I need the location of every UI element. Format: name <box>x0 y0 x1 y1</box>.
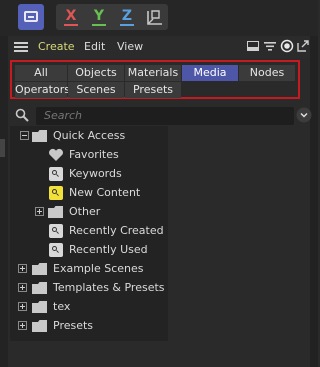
tree-item-label: New Content <box>69 186 141 199</box>
expand-toggle[interactable] <box>18 302 27 311</box>
tree-item-tex[interactable]: tex <box>10 298 168 317</box>
expand-toggle[interactable] <box>18 264 27 273</box>
folder-icon <box>32 282 47 294</box>
folder-icon <box>32 263 47 275</box>
undock-icon[interactable] <box>296 39 310 53</box>
tree-item-recently-used[interactable]: Recently Used <box>10 241 168 260</box>
filter-icon[interactable] <box>263 39 277 53</box>
x-axis-toggle[interactable]: X <box>58 4 84 30</box>
tab-all[interactable]: All <box>15 65 67 81</box>
hamburger-icon[interactable] <box>14 41 28 53</box>
tree-item-label: Keywords <box>69 167 122 180</box>
tree-item-label: Recently Created <box>69 224 164 237</box>
z-axis-toggle[interactable]: Z <box>114 4 140 30</box>
chevron-down-icon[interactable] <box>296 107 312 123</box>
record-icon[interactable] <box>280 39 294 53</box>
tree-item-new-content[interactable]: New Content <box>10 184 168 203</box>
asset-category-tabs: All Objects Materials Media Nodes Operat… <box>10 60 300 99</box>
left-edge-strip <box>0 36 8 367</box>
tab-presets[interactable]: Presets <box>125 82 181 98</box>
folder-icon <box>32 320 47 332</box>
tree-item-label: Favorites <box>69 148 119 161</box>
tree-item-keywords[interactable]: Keywords <box>10 165 168 184</box>
tree-item-recently-created[interactable]: Recently Created <box>10 222 168 241</box>
tree-item-templates-presets[interactable]: Templates & Presets <box>10 279 168 298</box>
expand-toggle[interactable] <box>18 321 27 330</box>
tree-panel: Quick Access Favorites Keywords New Cont… <box>10 126 168 341</box>
menu-edit[interactable]: Edit <box>84 40 105 53</box>
tab-operators[interactable]: Operators <box>15 82 70 98</box>
smart-search-icon <box>49 186 63 200</box>
y-axis-toggle[interactable]: Y <box>86 4 112 30</box>
search-input[interactable] <box>36 107 294 125</box>
tree-item-quick-access[interactable]: Quick Access <box>10 127 168 146</box>
tab-nodes[interactable]: Nodes <box>239 65 295 81</box>
axis-lock-group: X Y Z <box>56 4 168 30</box>
tree-item-presets[interactable]: Presets <box>10 317 168 336</box>
smart-search-icon <box>49 167 63 181</box>
smart-search-icon <box>49 224 63 238</box>
folder-icon <box>32 130 47 142</box>
menu-bar: Create Edit View <box>8 36 310 58</box>
asset-browser-icon[interactable] <box>18 4 44 30</box>
collapse-toggle[interactable] <box>20 131 29 140</box>
tab-scenes[interactable]: Scenes <box>68 82 124 98</box>
tree-item-favorites[interactable]: Favorites <box>10 146 168 165</box>
expand-toggle[interactable] <box>18 283 27 292</box>
tab-media[interactable]: Media <box>182 65 238 81</box>
tree-item-label: Example Scenes <box>53 262 144 275</box>
tree-item-example-scenes[interactable]: Example Scenes <box>10 260 168 279</box>
tree-item-label: Quick Access <box>53 129 126 142</box>
heart-icon <box>49 148 63 161</box>
menu-create[interactable]: Create <box>38 40 75 53</box>
folder-icon <box>48 206 63 218</box>
smart-search-icon <box>49 243 63 257</box>
panel-icon[interactable] <box>246 39 260 53</box>
tree-item-label: tex <box>53 300 71 313</box>
tab-objects[interactable]: Objects <box>68 65 124 81</box>
tab-materials[interactable]: Materials <box>125 65 181 81</box>
tree-item-other[interactable]: Other <box>10 203 168 222</box>
tree-item-label: Templates & Presets <box>53 281 165 294</box>
coordinate-system-icon[interactable] <box>142 4 168 30</box>
tree-item-label: Other <box>69 205 101 218</box>
menu-view[interactable]: View <box>117 40 143 53</box>
expand-toggle[interactable] <box>35 207 44 216</box>
folder-icon <box>32 301 47 313</box>
tree-item-label: Presets <box>53 319 94 332</box>
search-icon <box>15 108 29 122</box>
tree-item-label: Recently Used <box>69 243 148 256</box>
right-edge-strip <box>310 36 318 367</box>
search-row <box>8 106 312 126</box>
